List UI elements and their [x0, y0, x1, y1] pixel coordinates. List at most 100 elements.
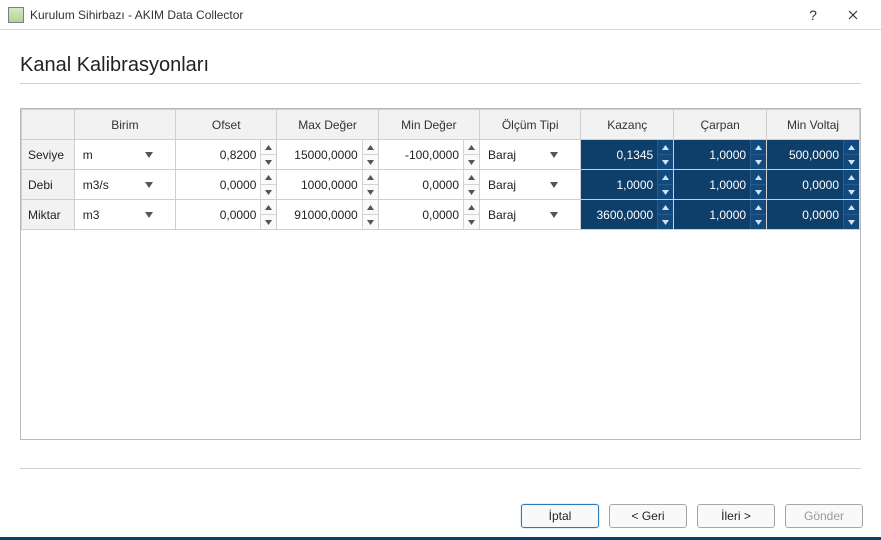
back-button[interactable]: < Geri	[609, 504, 687, 528]
spin-down-icon[interactable]	[261, 154, 276, 169]
row0-ofset-spin-buttons	[260, 140, 276, 169]
row0-ofset-spinner[interactable]: 0,8200	[176, 140, 276, 169]
row0-kazanc-spinner[interactable]: 0,1345	[581, 140, 673, 169]
row0-minvolt-spinner[interactable]: 500,0000	[767, 140, 859, 169]
hdr-min-deger: Min Değer	[378, 110, 479, 140]
spin-down-icon[interactable]	[844, 184, 859, 199]
row1-kazanc-spinner[interactable]: 1,0000	[581, 170, 673, 199]
row0-birim-combo[interactable]: m	[75, 140, 175, 169]
spin-up-icon[interactable]	[261, 170, 276, 184]
row2-min-spinner[interactable]: 0,0000	[379, 200, 479, 229]
row2-olcum-combo[interactable]: Baraj	[480, 200, 580, 229]
spin-down-icon[interactable]	[464, 154, 479, 169]
hdr-max-deger: Max Değer	[277, 110, 378, 140]
next-button[interactable]: İleri >	[697, 504, 775, 528]
spin-down-icon[interactable]	[751, 184, 766, 199]
spin-down-icon[interactable]	[844, 214, 859, 229]
spin-down-icon[interactable]	[363, 214, 378, 229]
row0-kazanc-spin-buttons	[657, 140, 673, 169]
row0-max-value: 15000,0000	[277, 140, 361, 169]
row0-min-spinner[interactable]: -100,0000	[379, 140, 479, 169]
row0-ofset-value: 0,8200	[176, 140, 260, 169]
row1-olcum-combo[interactable]: Baraj	[480, 170, 580, 199]
row1-min-spin-buttons	[463, 170, 479, 199]
row2-birim-combo[interactable]: m3	[75, 200, 175, 229]
spin-down-icon[interactable]	[658, 154, 673, 169]
window-title: Kurulum Sihirbazı - AKIM Data Collector	[30, 8, 793, 22]
row0-carpan-value: 1,0000	[674, 140, 750, 169]
row2-carpan-value: 1,0000	[674, 200, 750, 229]
spin-up-icon[interactable]	[844, 200, 859, 214]
row0-olcum-combo[interactable]: Baraj	[480, 140, 580, 169]
spin-down-icon[interactable]	[464, 214, 479, 229]
spin-up-icon[interactable]	[261, 140, 276, 154]
spin-up-icon[interactable]	[464, 200, 479, 214]
chevron-down-icon	[127, 200, 171, 229]
row0-min-value: -100,0000	[379, 140, 463, 169]
bottom-divider	[20, 468, 861, 469]
spin-down-icon[interactable]	[751, 214, 766, 229]
wizard-buttons: İptal < Geri İleri > Gönder	[521, 504, 863, 528]
spin-down-icon[interactable]	[658, 214, 673, 229]
send-button[interactable]: Gönder	[785, 504, 863, 528]
row1-ofset-spinner[interactable]: 0,0000	[176, 170, 276, 199]
row0-carpan-spin-buttons	[750, 140, 766, 169]
row0-carpan-spinner[interactable]: 1,0000	[674, 140, 766, 169]
spin-up-icon[interactable]	[363, 170, 378, 184]
table-header: Birim Ofset Max Değer Min Değer Ölçüm Ti…	[22, 110, 860, 140]
spin-down-icon[interactable]	[261, 184, 276, 199]
chevron-down-icon	[532, 170, 576, 199]
row1-olcum-value: Baraj	[488, 178, 532, 192]
row-header: Miktar	[22, 200, 75, 230]
spin-down-icon[interactable]	[844, 154, 859, 169]
spin-up-icon[interactable]	[658, 170, 673, 184]
row2-max-spin-buttons	[362, 200, 378, 229]
chevron-down-icon	[127, 140, 171, 169]
row1-max-spinner[interactable]: 1000,0000	[277, 170, 377, 199]
row2-minvolt-spinner[interactable]: 0,0000	[767, 200, 859, 229]
page-title: Kanal Kalibrasyonları	[20, 54, 861, 77]
spin-down-icon[interactable]	[363, 184, 378, 199]
spin-up-icon[interactable]	[658, 200, 673, 214]
spin-up-icon[interactable]	[261, 200, 276, 214]
row0-kazanc-value: 0,1345	[581, 140, 657, 169]
row2-ofset-spinner[interactable]: 0,0000	[176, 200, 276, 229]
spin-up-icon[interactable]	[844, 140, 859, 154]
spin-up-icon[interactable]	[658, 140, 673, 154]
row-header: Seviye	[22, 140, 75, 170]
chevron-down-icon	[532, 200, 576, 229]
row1-minvolt-spin-buttons	[843, 170, 859, 199]
spin-down-icon[interactable]	[751, 154, 766, 169]
row1-carpan-value: 1,0000	[674, 170, 750, 199]
row1-min-spinner[interactable]: 0,0000	[379, 170, 479, 199]
spin-up-icon[interactable]	[363, 200, 378, 214]
row1-carpan-spinner[interactable]: 1,0000	[674, 170, 766, 199]
spin-up-icon[interactable]	[844, 170, 859, 184]
spin-down-icon[interactable]	[658, 184, 673, 199]
spin-up-icon[interactable]	[363, 140, 378, 154]
spin-up-icon[interactable]	[751, 170, 766, 184]
row2-carpan-spinner[interactable]: 1,0000	[674, 200, 766, 229]
row1-minvolt-spinner[interactable]: 0,0000	[767, 170, 859, 199]
spin-up-icon[interactable]	[464, 140, 479, 154]
hdr-olcum-tipi: Ölçüm Tipi	[480, 110, 581, 140]
row1-min-value: 0,0000	[379, 170, 463, 199]
spin-up-icon[interactable]	[751, 140, 766, 154]
row1-max-spin-buttons	[362, 170, 378, 199]
hdr-ofset: Ofset	[176, 110, 277, 140]
spin-down-icon[interactable]	[363, 154, 378, 169]
help-button[interactable]: ?	[793, 1, 833, 29]
row2-max-spinner[interactable]: 91000,0000	[277, 200, 377, 229]
row2-kazanc-spinner[interactable]: 3600,0000	[581, 200, 673, 229]
row0-max-spinner[interactable]: 15000,0000	[277, 140, 377, 169]
row2-birim-value: m3	[83, 208, 127, 222]
cancel-button[interactable]: İptal	[521, 504, 599, 528]
row1-birim-combo[interactable]: m3/s	[75, 170, 175, 199]
spin-up-icon[interactable]	[464, 170, 479, 184]
spin-up-icon[interactable]	[751, 200, 766, 214]
spin-down-icon[interactable]	[261, 214, 276, 229]
row1-ofset-value: 0,0000	[176, 170, 260, 199]
row0-minvolt-value: 500,0000	[767, 140, 843, 169]
close-button[interactable]	[833, 1, 873, 29]
spin-down-icon[interactable]	[464, 184, 479, 199]
